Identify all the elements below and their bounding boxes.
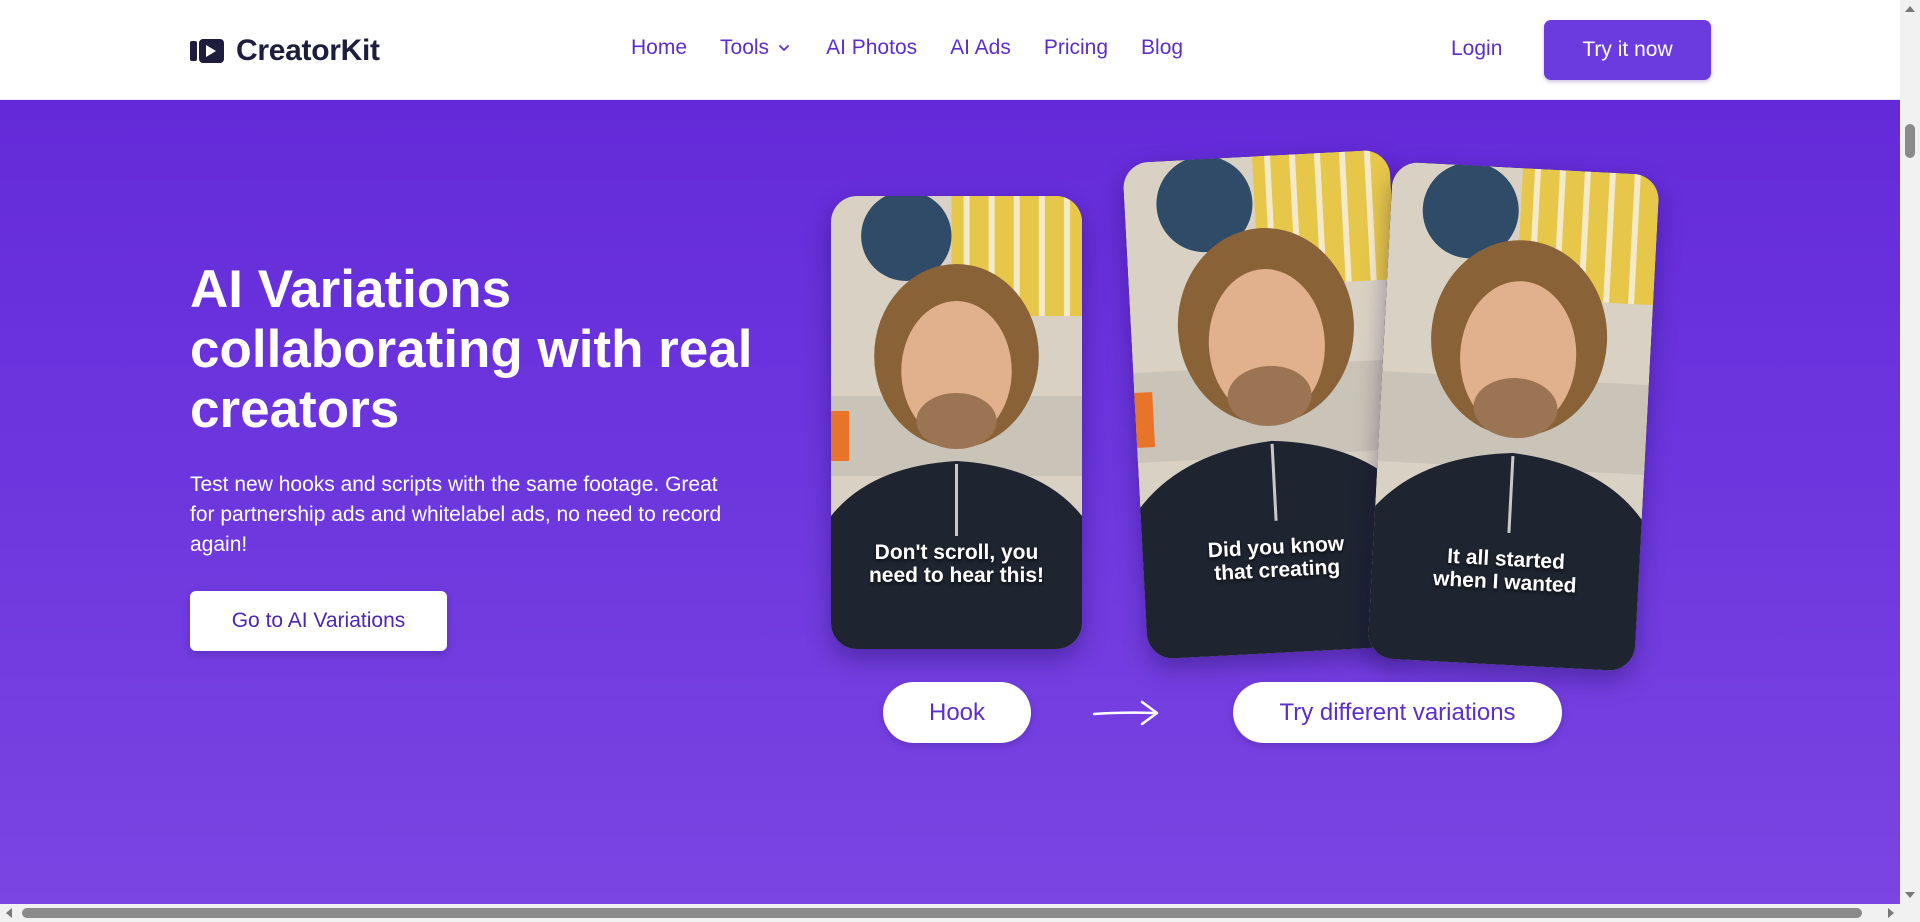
- video-card-variation-2[interactable]: It all started when I wanted: [1367, 161, 1660, 672]
- scroll-up-icon[interactable]: [1905, 6, 1915, 12]
- scroll-left-icon[interactable]: [6, 908, 12, 918]
- video-caption-line: need to hear this!: [868, 564, 1045, 587]
- nav-item-blog[interactable]: Blog: [1141, 36, 1183, 60]
- hero-description: Test new hooks and scripts with the same…: [190, 470, 750, 560]
- go-to-ai-variations-button[interactable]: Go to AI Variations: [190, 591, 447, 651]
- nav-item-home[interactable]: Home: [631, 36, 687, 60]
- nav-item-ai-photos[interactable]: AI Photos: [826, 36, 917, 60]
- brand-logo[interactable]: CreatorKit: [190, 34, 380, 68]
- nav-item-tools[interactable]: Tools: [720, 36, 793, 60]
- hero-title-line: collaborating with real: [190, 320, 753, 379]
- play-video-logo-icon: [190, 39, 224, 63]
- chevron-down-icon: [779, 45, 789, 51]
- horizontal-scroll-thumb[interactable]: [22, 908, 1862, 918]
- variations-pill: Try different variations: [1233, 682, 1562, 743]
- hero-section: AI Variations collaborating with real cr…: [0, 100, 1900, 904]
- hero-description-line: again!: [190, 533, 248, 556]
- video-caption-line: Don't scroll, you: [874, 541, 1039, 564]
- nav-item-ai-ads[interactable]: AI Ads: [950, 36, 1011, 60]
- hero-title-line: AI Variations: [190, 260, 512, 319]
- login-link[interactable]: Login: [1451, 37, 1502, 61]
- nav-item-tools-label: Tools: [720, 36, 770, 59]
- nav-item-pricing[interactable]: Pricing: [1044, 36, 1108, 60]
- try-it-now-button[interactable]: Try it now: [1544, 20, 1711, 80]
- hero-description-line: Test new hooks and scripts with the same…: [190, 473, 718, 496]
- vertical-scrollbar[interactable]: [1900, 0, 1920, 904]
- video-card-hook[interactable]: Don't scroll, you need to hear this!: [831, 196, 1082, 649]
- hook-pill: Hook: [883, 682, 1031, 743]
- hero-description-line: for partnership ads and whitelabel ads, …: [190, 503, 722, 526]
- brand-name: CreatorKit: [236, 34, 380, 67]
- main-nav: Home Tools AI Photos AI Ads Pricing Blog: [631, 36, 1216, 60]
- arrow-right-icon: [1092, 700, 1159, 726]
- site-header: CreatorKit Home Tools AI Photos AI Ads P…: [0, 0, 1900, 100]
- hero-title: AI Variations collaborating with real cr…: [190, 260, 790, 440]
- scroll-down-icon[interactable]: [1905, 892, 1915, 898]
- scroll-right-icon[interactable]: [1888, 908, 1894, 918]
- video-caption: Don't scroll, you need to hear this!: [831, 541, 1082, 587]
- vertical-scroll-thumb[interactable]: [1905, 124, 1915, 158]
- horizontal-scrollbar[interactable]: [0, 904, 1920, 922]
- hero-title-line: creators: [190, 380, 400, 439]
